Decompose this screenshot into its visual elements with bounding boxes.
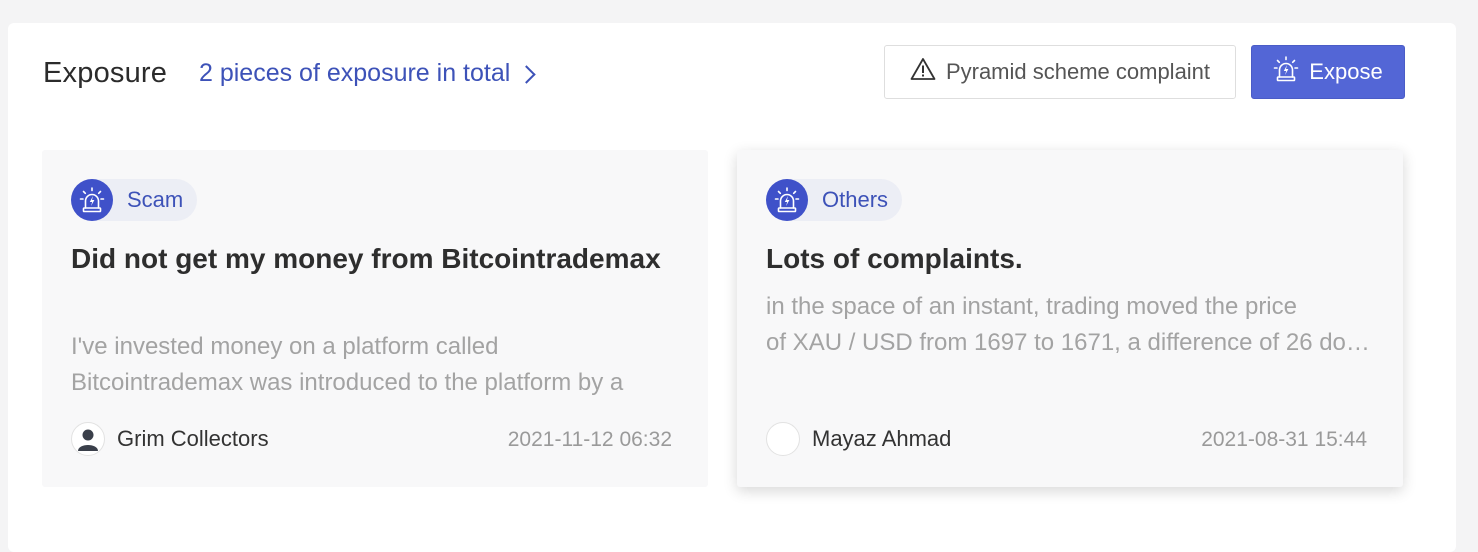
card-description-line: I've invested money on a platform called [71,333,499,360]
card-title[interactable]: Did not get my money from Bitcointradema… [71,239,671,279]
card-title[interactable]: Lots of complaints. [766,239,1366,279]
card-date: 2021-08-31 15:44 [1201,428,1367,451]
category-tag: Scam [71,179,198,221]
warning-icon [910,57,936,87]
author-name: Mayaz Ahmad [812,426,952,451]
card-description: in the space of an instant, trading move… [766,289,1371,361]
category-tag-label: Scam [127,187,184,212]
card-description-line: of XAU / USD from 1697 to 1671, a differ… [766,329,1371,356]
complaint-button-label: Pyramid scheme complaint [945,59,1211,84]
card-author[interactable]: Mayaz Ahmad [766,422,951,456]
alarm-siren-icon [1273,56,1299,88]
card-date: 2021-11-12 06:32 [507,428,672,451]
blank-avatar-icon [766,422,800,456]
exposure-card[interactable]: Scam Did not get my money from Bitcointr… [42,150,708,487]
exposure-total-label: 2 pieces of exposure in total [199,59,511,87]
exposure-total-link[interactable]: 2 pieces of exposure in total [199,59,537,88]
card-description-line: in the space of an instant, trading move… [766,293,1297,320]
expose-button[interactable]: Expose [1251,45,1405,99]
card-description: I've invested money on a platform called… [71,329,676,401]
category-tag: Others [766,179,903,221]
card-author[interactable]: Grim Collectors [71,422,269,456]
user-silhouette-icon [71,422,105,456]
author-name: Grim Collectors [117,426,269,451]
exposure-card[interactable]: Others Lots of complaints. in the space … [737,150,1403,487]
exposure-header: Exposure 2 pieces of exposure in total P… [43,45,1435,99]
pyramid-scheme-complaint-button[interactable]: Pyramid scheme complaint [884,45,1236,99]
chevron-right-icon [517,64,537,84]
alarm-siren-icon [766,179,808,221]
expose-button-label: Expose [1309,59,1383,84]
card-description-line: Bitcointrademax was introduced to the pl… [71,369,624,396]
category-tag-label: Others [822,187,889,212]
page-title: Exposure [43,57,168,89]
alarm-siren-icon [71,179,113,221]
